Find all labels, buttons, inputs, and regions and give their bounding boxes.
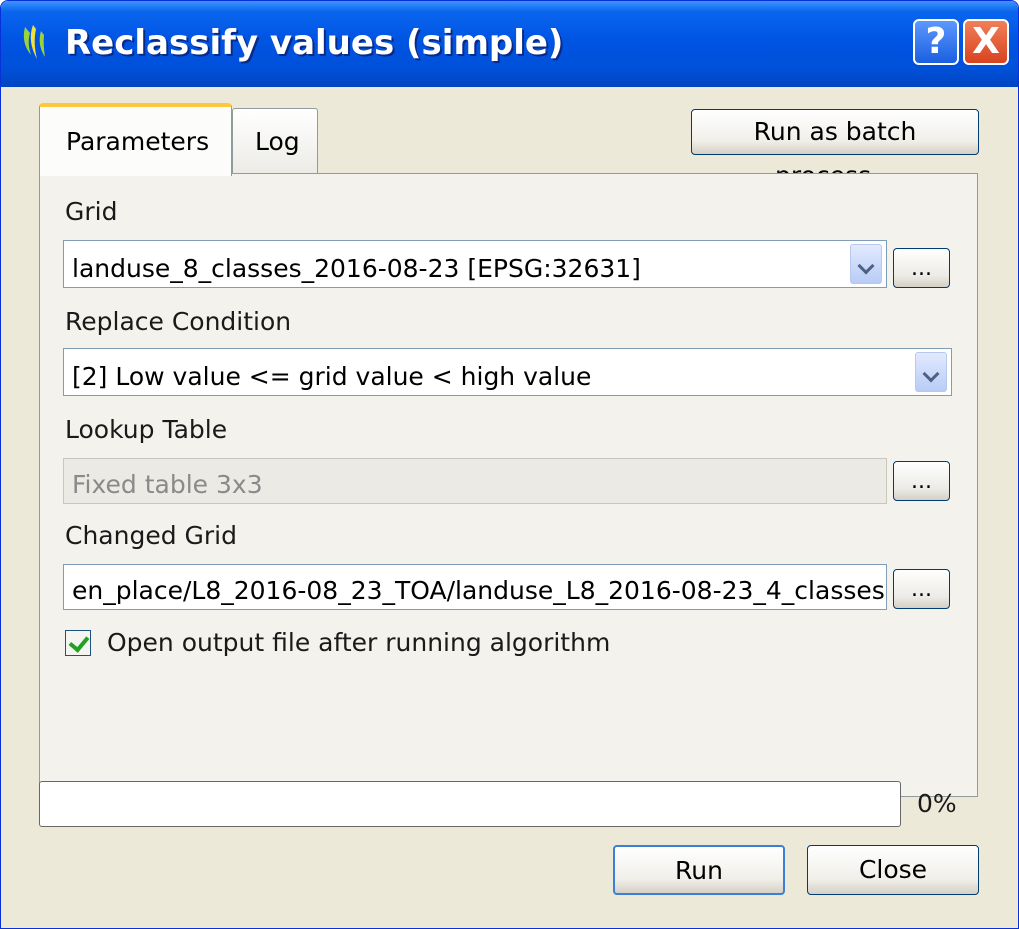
grid-select-value: landuse_8_classes_2016-08-23 [EPSG:32631…: [72, 254, 641, 283]
window-title: Reclassify values (simple): [65, 23, 564, 63]
lookup-table-value: Fixed table 3x3: [72, 470, 263, 499]
lookup-table-browse-button[interactable]: ...: [893, 461, 950, 501]
progress-bar: [39, 781, 901, 827]
tab-log-label: Log: [255, 127, 300, 156]
changed-grid-value: en_place/L8_2016-08_23_TOA/landuse_L8_20…: [72, 576, 887, 605]
tab-log[interactable]: Log: [232, 108, 318, 174]
replace-condition-select[interactable]: [2] Low value <= grid value < high value: [63, 348, 952, 396]
close-button-label: Close: [858, 855, 928, 884]
chevron-down-icon[interactable]: [915, 352, 947, 392]
grid-label: Grid: [65, 197, 118, 226]
open-output-checkbox[interactable]: [65, 630, 91, 656]
qgis-app-icon: [23, 25, 45, 59]
open-output-label[interactable]: Open output file after running algorithm: [107, 628, 610, 657]
run-button-label: Run: [675, 856, 723, 885]
title-bar[interactable]: Reclassify values (simple) ? X: [1, 1, 1018, 87]
window-close-button[interactable]: X: [963, 19, 1009, 65]
grid-select[interactable]: landuse_8_classes_2016-08-23 [EPSG:32631…: [63, 240, 887, 288]
run-as-batch-button[interactable]: Run as batch process...: [691, 109, 979, 190]
lookup-table-label: Lookup Table: [65, 415, 228, 444]
tab-parameters[interactable]: Parameters: [39, 103, 232, 176]
run-button[interactable]: Run: [613, 845, 785, 895]
replace-condition-value: [2] Low value <= grid value < high value: [72, 362, 592, 391]
close-button[interactable]: Close: [807, 845, 979, 895]
dialog-client-area: Log Parameters Run as batch process... G…: [1, 87, 1018, 928]
changed-grid-browse-button[interactable]: ...: [893, 569, 950, 609]
replace-condition-label: Replace Condition: [65, 307, 292, 336]
progress-percent: 0%: [917, 789, 957, 818]
help-button[interactable]: ?: [913, 19, 959, 65]
chevron-down-icon[interactable]: [850, 244, 882, 284]
dialog-window: Reclassify values (simple) ? X Log Param…: [0, 0, 1019, 929]
grid-browse-button[interactable]: ...: [893, 248, 950, 288]
changed-grid-input[interactable]: en_place/L8_2016-08_23_TOA/landuse_L8_20…: [63, 564, 887, 610]
lookup-table-field: Fixed table 3x3: [63, 458, 887, 504]
tab-parameters-label: Parameters: [66, 127, 210, 156]
changed-grid-label: Changed Grid: [65, 521, 237, 550]
